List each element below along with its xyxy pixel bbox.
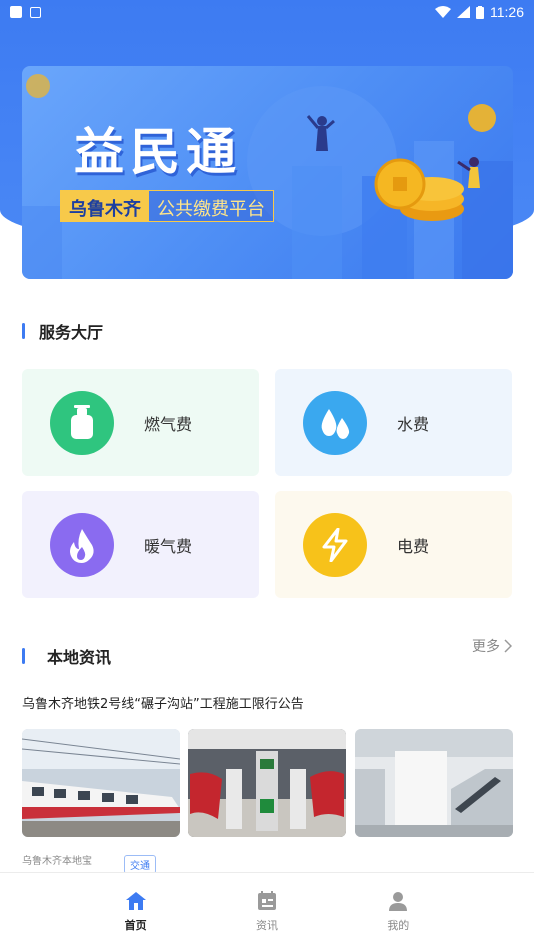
news-thumbnail-gates[interactable] (188, 729, 346, 837)
news-title-text: 本地资讯 (47, 648, 112, 667)
banner-tag-city: 乌鲁木齐 (61, 191, 149, 221)
more-news-link[interactable]: 更多 (472, 636, 512, 656)
banner-tag-desc: 公共缴费平台 (149, 191, 273, 221)
tab-news-label: 资讯 (255, 919, 278, 932)
water-drop-icon (303, 390, 367, 455)
bottom-tab-bar: 首页 资讯 我的 (0, 872, 534, 950)
lightning-icon (303, 512, 367, 577)
service-card-electricity[interactable]: 电费 (275, 491, 512, 598)
news-thumbnail-station[interactable] (355, 729, 513, 837)
news-icon (257, 891, 276, 910)
more-label: 更多 (472, 639, 500, 655)
battery-icon (476, 5, 484, 19)
news-source: 乌鲁木齐本地宝 (22, 856, 92, 867)
promo-banner[interactable]: 益民通 乌鲁木齐 公共缴费平台 (22, 66, 513, 279)
tab-profile-label: 我的 (387, 919, 410, 932)
tab-home[interactable]: 首页 (106, 873, 166, 950)
services-title-text: 服务大厅 (39, 323, 104, 342)
news-thumbnail-train[interactable] (22, 729, 180, 837)
sim-icon (30, 6, 41, 18)
service-label-water: 水费 (397, 414, 430, 434)
news-section-title: 本地资讯 (22, 644, 111, 668)
news-headline[interactable]: 乌鲁木齐地铁2号线“碾子沟站”工程施工限行公告 (22, 693, 304, 712)
banner-tag: 乌鲁木齐 公共缴费平台 (60, 190, 274, 222)
service-card-water[interactable]: 水费 (275, 369, 512, 476)
banner-title: 益民通 (74, 122, 242, 181)
tab-profile[interactable]: 我的 (368, 873, 428, 950)
status-time: 11:26 (490, 4, 524, 20)
service-card-heating[interactable]: 暖气费 (22, 491, 259, 598)
service-label-heating: 暖气费 (144, 536, 193, 556)
section-accent-bar (22, 323, 25, 339)
home-icon (125, 892, 146, 910)
tab-news[interactable]: 资讯 (237, 873, 297, 950)
profile-icon (389, 892, 408, 911)
flame-icon (50, 512, 114, 577)
notification-icon (10, 6, 22, 18)
service-label-electricity: 电费 (397, 536, 430, 556)
gas-cylinder-icon (50, 390, 114, 455)
service-card-gas[interactable]: 燃气费 (22, 369, 259, 476)
services-section-title: 服务大厅 (22, 319, 103, 343)
service-label-gas: 燃气费 (144, 414, 193, 434)
status-bar: 11:26 (0, 0, 534, 24)
chevron-right-icon (504, 639, 512, 653)
tab-home-label: 首页 (124, 919, 147, 932)
wifi-icon (435, 6, 451, 18)
section-accent-bar (22, 648, 25, 664)
signal-icon (457, 6, 470, 18)
